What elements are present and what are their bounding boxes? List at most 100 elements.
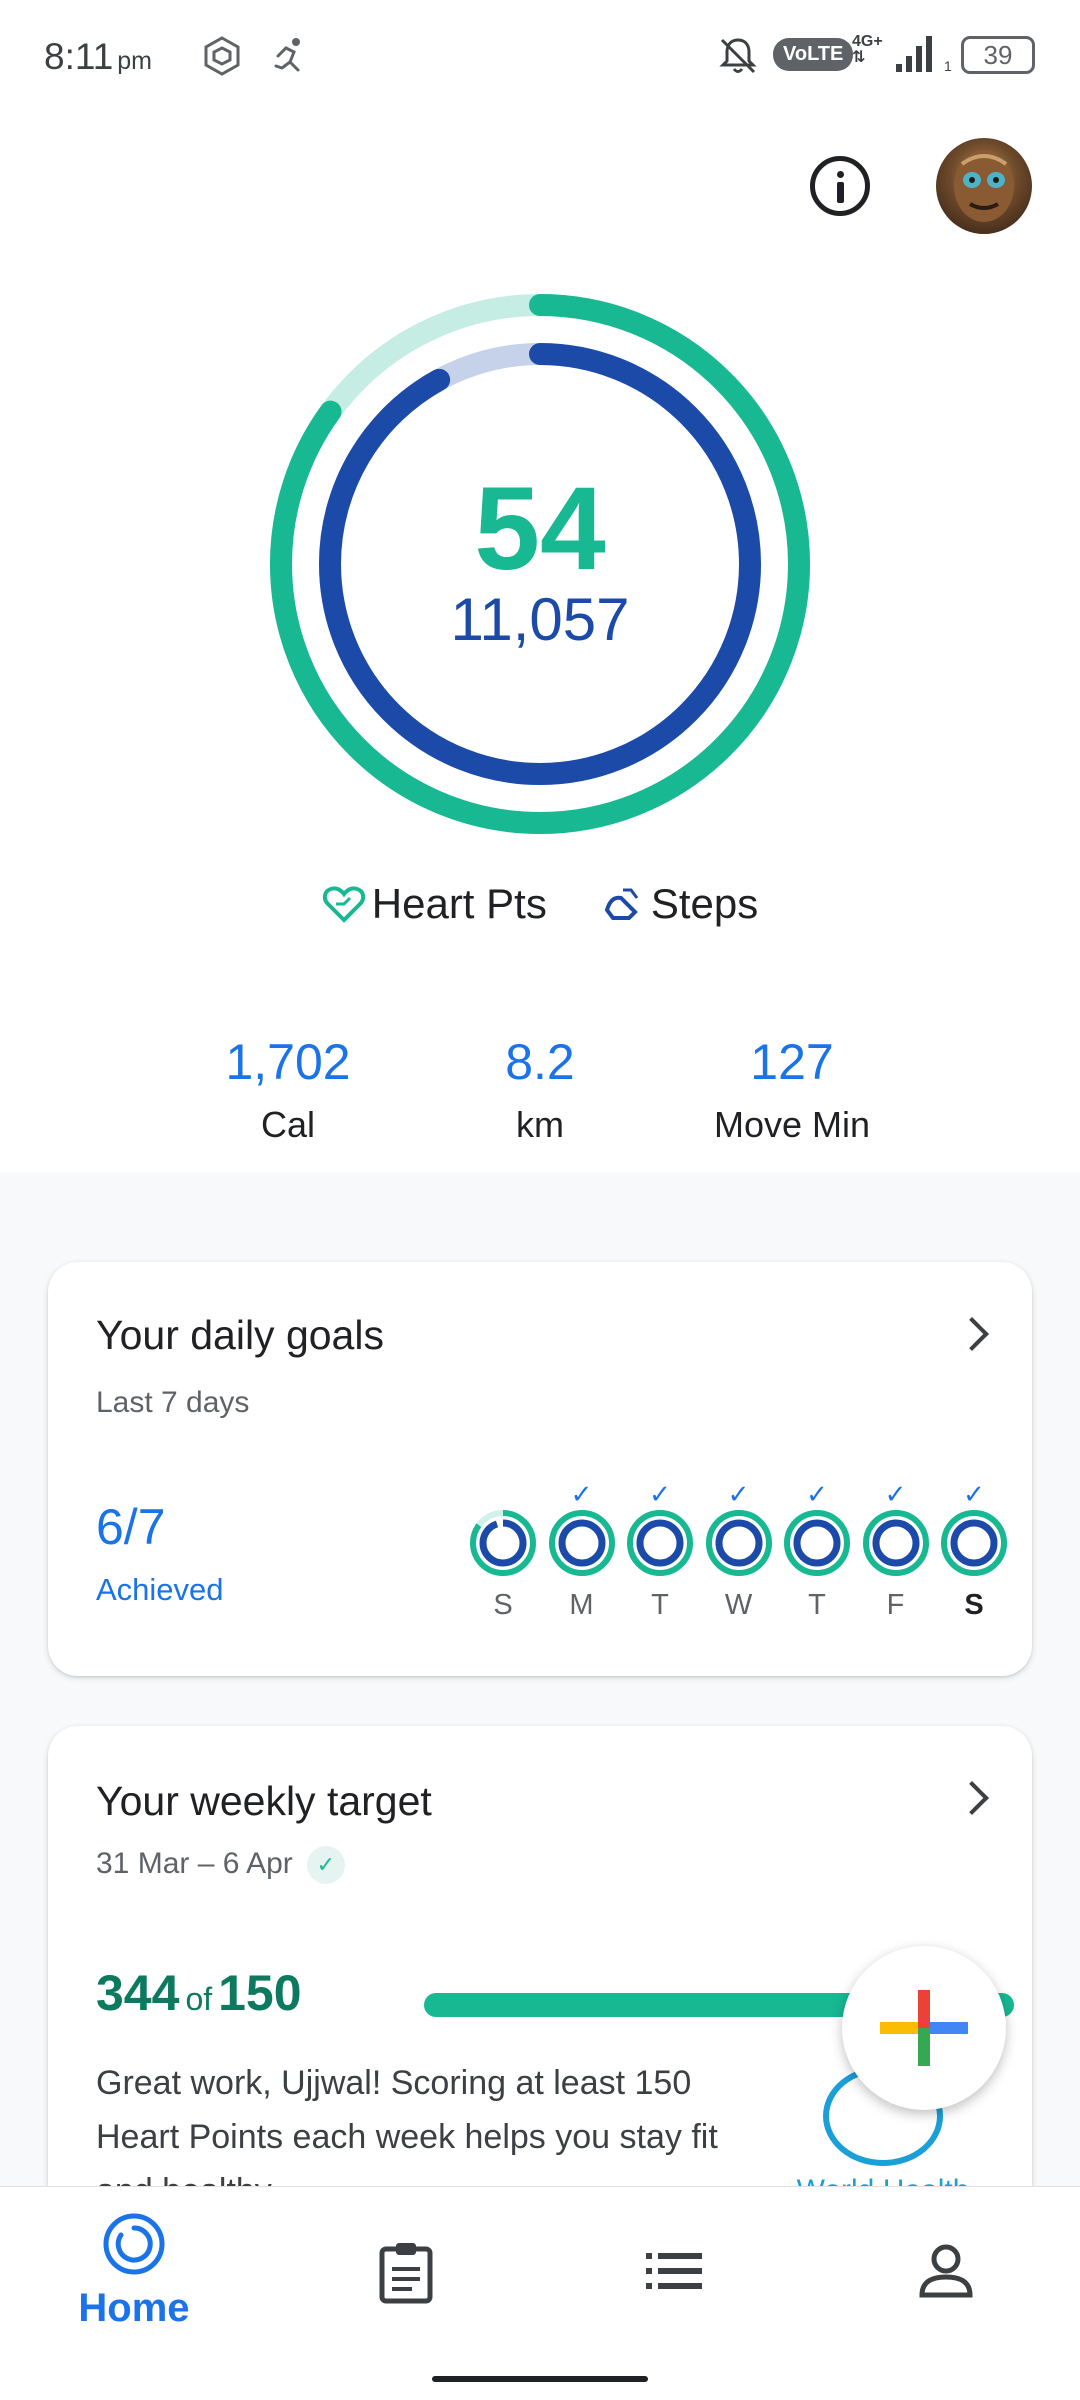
weekly-score-of: of xyxy=(185,1981,213,2017)
calories-value: 1,702 xyxy=(225,1034,351,1090)
nav-journal[interactable] xyxy=(306,2241,506,2310)
distance-value: 8.2 xyxy=(505,1034,575,1090)
network-type: 4G+ ⇅ xyxy=(852,33,883,66)
activity-stats: 1,702 Cal 8.2 km 127 Move Min xyxy=(0,1030,1080,1180)
day-ring-6: ✓ S xyxy=(939,1480,1009,1622)
day-steps-arc xyxy=(950,1519,998,1567)
legend-steps: Steps xyxy=(601,880,758,928)
day-check-icon: ✓ xyxy=(649,1479,671,1509)
stat-calories[interactable]: 1,702 Cal xyxy=(158,1030,418,1146)
move-min-label: Move Min xyxy=(713,1104,871,1145)
day-ring-3: ✓ W xyxy=(704,1480,774,1622)
move-min-value: 127 xyxy=(750,1034,834,1090)
battery-indicator: 39 xyxy=(961,36,1035,74)
day-steps-arc xyxy=(636,1519,684,1567)
day-steps-arc xyxy=(558,1519,605,1567)
volte-badge: VoLTE xyxy=(773,38,854,71)
day-steps-arc xyxy=(872,1519,919,1567)
heart-points-value: 54 xyxy=(474,463,606,595)
gesture-home-indicator xyxy=(432,2376,648,2382)
clipboard-icon xyxy=(379,2243,433,2304)
weekly-target-date-range: 31 Mar – 6 Apr xyxy=(96,1846,293,1880)
day-check-icon: ✓ xyxy=(570,1479,593,1509)
hexagon-app-icon xyxy=(204,36,240,76)
day-check-icon xyxy=(468,1480,538,1508)
day-ring-1: ✓ M xyxy=(547,1480,617,1622)
day-check-icon: ✓ xyxy=(806,1479,828,1509)
ring-legend: Heart Pts Steps xyxy=(0,880,1080,928)
clock-suffix: pm xyxy=(117,47,153,75)
list-icon xyxy=(646,2253,702,2289)
plus-icon xyxy=(880,1990,968,2066)
day-label: S xyxy=(964,1589,984,1621)
status-time: 8:11 pm xyxy=(44,36,152,78)
clock-time: 8:11 xyxy=(44,36,114,77)
day-label: T xyxy=(808,1589,826,1621)
day-steps-arc xyxy=(715,1519,762,1567)
day-check-icon: ✓ xyxy=(884,1479,907,1509)
weekly-target-value: 150 xyxy=(218,1965,302,2021)
day-label: F xyxy=(886,1589,905,1621)
nav-profile[interactable] xyxy=(846,2243,1046,2304)
day-check-icon: ✓ xyxy=(963,1479,985,1509)
day-label: M xyxy=(569,1589,594,1621)
status-bar: 8:11 pm VoLTE 4G+ ⇅ 1 39 xyxy=(0,0,1080,112)
steps-icon xyxy=(604,888,639,920)
day-ring-0: S xyxy=(468,1480,538,1622)
day-label: T xyxy=(651,1589,669,1621)
nav-home-label: Home xyxy=(78,2286,190,2330)
weekly-target-title: Your weekly target xyxy=(96,1778,432,1824)
account-avatar[interactable] xyxy=(936,138,1032,234)
daily-goals-title: Your daily goals xyxy=(96,1312,384,1358)
goals-achieved-label: Achieved xyxy=(96,1572,224,1607)
daily-goals-card[interactable]: Your daily goals Last 7 days 6/7 Achieve… xyxy=(48,1262,1032,1676)
nav-home[interactable]: Home xyxy=(34,2211,234,2331)
day-ring-5: ✓ F xyxy=(861,1480,931,1622)
chevron-right-icon[interactable] xyxy=(955,1781,989,1815)
nav-browse[interactable] xyxy=(574,2247,774,2300)
day-steps-arc xyxy=(479,1519,527,1567)
legend-steps-label: Steps xyxy=(650,880,759,927)
chevron-right-icon[interactable] xyxy=(955,1317,989,1351)
daily-goals-subtitle: Last 7 days xyxy=(96,1386,250,1419)
day-ring-graphic xyxy=(862,1510,929,1576)
sim-slot-label: 1 xyxy=(944,58,952,74)
stat-distance[interactable]: 8.2 km xyxy=(410,1030,670,1146)
day-steps-arc xyxy=(793,1519,841,1567)
day-ring-graphic xyxy=(705,1510,772,1576)
add-activity-button[interactable] xyxy=(842,1946,1006,2110)
info-button[interactable] xyxy=(810,156,870,216)
day-ring-graphic xyxy=(627,1510,693,1576)
day-ring-graphic xyxy=(548,1510,615,1576)
stat-move-min[interactable]: 127 Move Min xyxy=(662,1030,922,1146)
goals-achieved-count: 6/7 xyxy=(96,1499,166,1555)
calories-label: Cal xyxy=(260,1104,316,1145)
legend-heart-label: Heart Pts xyxy=(371,880,547,927)
day-check-icon: ✓ xyxy=(727,1479,750,1509)
profile-icon xyxy=(919,2244,973,2298)
network-type-label: 4G+ xyxy=(852,33,883,50)
home-ring-icon xyxy=(103,2213,165,2275)
day-ring-graphic xyxy=(470,1510,536,1576)
bottom-navigation: Home xyxy=(0,2186,1080,2400)
day-ring-graphic xyxy=(784,1510,850,1576)
avatar-image xyxy=(954,150,1014,222)
weekly-score-value: 344 xyxy=(96,1965,180,2021)
weekly-target-dates: 31 Mar – 6 Apr ✓ xyxy=(96,1846,345,1884)
legend-heart-pts: Heart Pts xyxy=(322,880,547,928)
day-ring-4: ✓ T xyxy=(782,1480,852,1622)
distance-label: km xyxy=(516,1104,564,1145)
day-ring-graphic xyxy=(941,1510,1007,1576)
signal-strength-icon xyxy=(896,36,932,72)
notifications-off-icon xyxy=(719,38,757,74)
steps-value: 11,057 xyxy=(450,586,630,653)
check-icon: ✓ xyxy=(306,1846,345,1884)
running-activity-icon xyxy=(274,38,300,72)
weekly-score: 344 of 150 xyxy=(96,1964,302,2022)
day-label: S xyxy=(493,1589,513,1621)
info-icon xyxy=(837,171,844,178)
day-ring-2: ✓ T xyxy=(625,1480,695,1622)
heart-icon xyxy=(322,886,365,923)
day-label: W xyxy=(724,1589,753,1621)
ring-values: 54 11,057 xyxy=(270,470,810,652)
